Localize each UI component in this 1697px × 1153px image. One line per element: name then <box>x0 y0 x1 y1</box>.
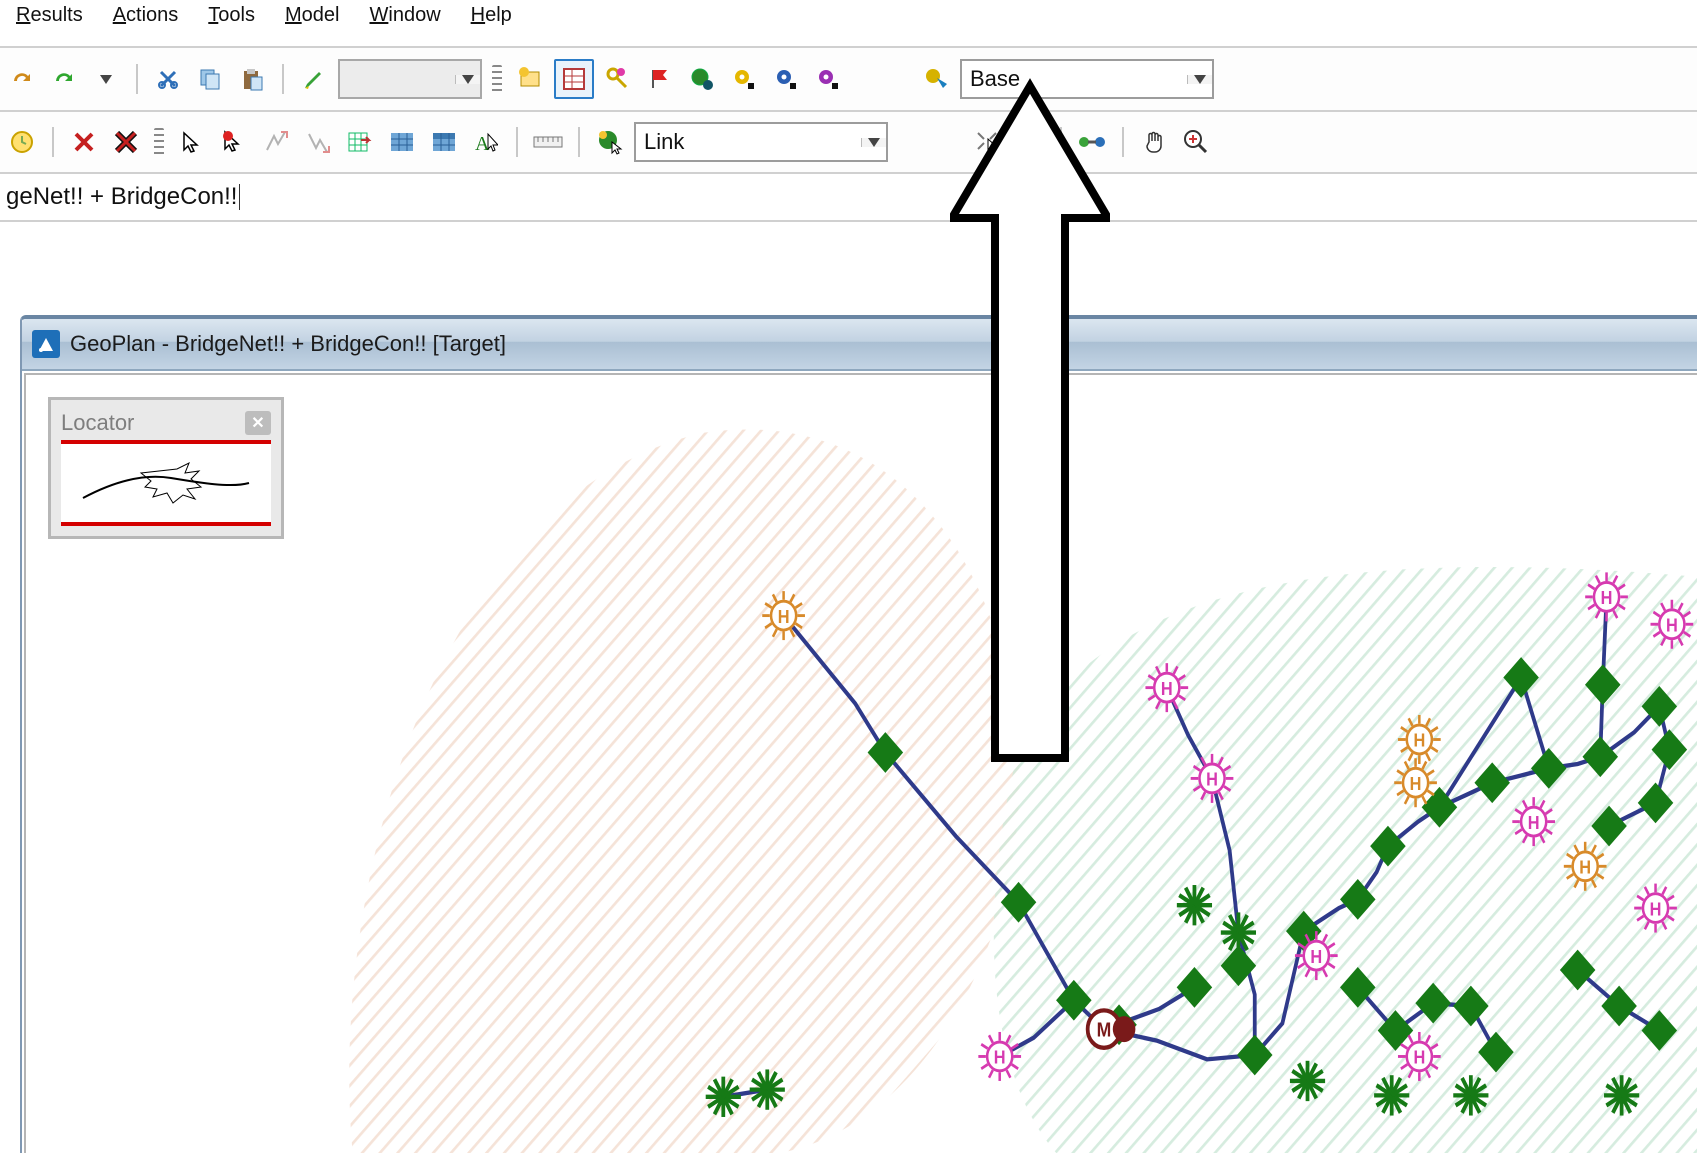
toolbar-grip[interactable] <box>492 65 502 93</box>
menu-actions[interactable]: Actions <box>113 4 179 27</box>
separator <box>52 127 54 157</box>
delete-x-icon[interactable] <box>66 124 102 160</box>
svg-text:H: H <box>1528 812 1540 833</box>
table-icon[interactable] <box>554 59 594 99</box>
separator <box>282 64 284 94</box>
menu-bar: Results Actions Tools Model Window Help <box>0 0 1697 48</box>
trace-down-icon[interactable] <box>300 124 336 160</box>
svg-text:H: H <box>1666 614 1678 635</box>
grid-blue-icon[interactable] <box>384 124 420 160</box>
svg-text:H: H <box>1206 769 1218 790</box>
redo-green-icon[interactable] <box>46 61 82 97</box>
pan-hand-icon[interactable] <box>1136 124 1172 160</box>
globe-paint-icon[interactable] <box>684 61 720 97</box>
scenario-dropdown[interactable]: Base <box>960 59 1214 99</box>
style-dropdown[interactable] <box>338 59 482 99</box>
svg-text:H: H <box>1601 587 1613 608</box>
copy-icon[interactable] <box>192 61 228 97</box>
pointer-red-icon[interactable] <box>216 124 252 160</box>
highlighter-icon[interactable] <box>296 61 332 97</box>
geoplan-app-icon <box>32 330 60 358</box>
geoplan-title-text: GeoPlan - BridgeNet!! + BridgeCon!! [Tar… <box>70 331 506 357</box>
toolbar-grip[interactable] <box>154 128 164 156</box>
gear-purple-icon[interactable] <box>810 61 846 97</box>
geoplan-window: GeoPlan - BridgeNet!! + BridgeCon!! [Tar… <box>20 315 1697 1153</box>
grid-blue2-icon[interactable] <box>426 124 462 160</box>
separator <box>1122 127 1124 157</box>
gear-aqua-icon[interactable] <box>918 61 954 97</box>
redo-icon[interactable] <box>4 61 40 97</box>
grid-arrow-icon[interactable] <box>342 124 378 160</box>
separator <box>1060 127 1062 157</box>
separator <box>516 127 518 157</box>
svg-text:H: H <box>1650 898 1662 919</box>
text-cursor-icon[interactable]: A <box>468 124 504 160</box>
trace-up-icon[interactable] <box>258 124 294 160</box>
locator-panel[interactable]: Locator ✕ <box>48 397 284 539</box>
address-bar-text: geNet!! + BridgeCon!! <box>6 183 237 211</box>
text-caret <box>239 184 240 210</box>
geoplan-canvas[interactable]: Locator ✕ H H H H H H H H H H H H H M <box>24 373 1697 1153</box>
menu-model[interactable]: Model <box>285 4 339 27</box>
paste-icon[interactable] <box>234 61 270 97</box>
chevron-down-icon[interactable] <box>1187 75 1212 84</box>
menu-tools[interactable]: Tools <box>208 4 255 27</box>
ruler-icon[interactable] <box>530 124 566 160</box>
pointer-icon[interactable] <box>174 124 210 160</box>
globe-cursor-icon[interactable] <box>592 124 628 160</box>
clock-bulb-icon[interactable] <box>4 124 40 160</box>
address-bar: geNet!! + BridgeCon!! <box>0 174 1697 222</box>
gear-blue-icon[interactable] <box>768 61 804 97</box>
link-green-icon[interactable] <box>1074 124 1110 160</box>
svg-text:H: H <box>1161 678 1173 699</box>
chevron-down-icon[interactable] <box>861 138 886 147</box>
geoplan-titlebar[interactable]: GeoPlan - BridgeNet!! + BridgeCon!! [Tar… <box>22 319 1697 371</box>
close-icon[interactable]: ✕ <box>245 411 271 435</box>
layer-new-icon[interactable] <box>512 61 548 97</box>
svg-text:H: H <box>994 1047 1006 1068</box>
select-rays-icon[interactable] <box>970 124 1006 160</box>
linktype-dropdown[interactable]: Link <box>634 122 888 162</box>
toolbar-main: Base <box>0 48 1697 112</box>
svg-text:H: H <box>1310 946 1322 967</box>
menu-results[interactable]: Results <box>16 4 83 27</box>
flag-icon[interactable] <box>642 61 678 97</box>
chevron-down-icon[interactable] <box>455 75 480 84</box>
scenario-value: Base <box>962 66 1187 92</box>
svg-text:M: M <box>1097 1019 1112 1041</box>
redo-dropdown-caret[interactable] <box>88 61 124 97</box>
svg-text:H: H <box>1410 773 1422 794</box>
scissors-icon[interactable] <box>150 61 186 97</box>
toolbar-secondary: A Link <box>0 112 1697 174</box>
separator <box>136 64 138 94</box>
keys-icon[interactable] <box>600 61 636 97</box>
svg-text:H: H <box>1413 1047 1425 1068</box>
menu-help[interactable]: Help <box>471 4 512 27</box>
svg-text:H: H <box>1579 856 1591 877</box>
delete-x-bold-icon[interactable] <box>108 124 144 160</box>
select-top-icon[interactable] <box>1012 124 1048 160</box>
locator-title: Locator <box>61 410 134 436</box>
linktype-value: Link <box>636 129 861 155</box>
gear-yellow-icon[interactable] <box>726 61 762 97</box>
menu-window[interactable]: Window <box>369 4 440 27</box>
locator-minimap[interactable] <box>61 440 271 526</box>
zoom-in-icon[interactable] <box>1178 124 1214 160</box>
svg-text:H: H <box>1413 730 1425 751</box>
separator <box>578 127 580 157</box>
svg-text:H: H <box>778 606 790 627</box>
